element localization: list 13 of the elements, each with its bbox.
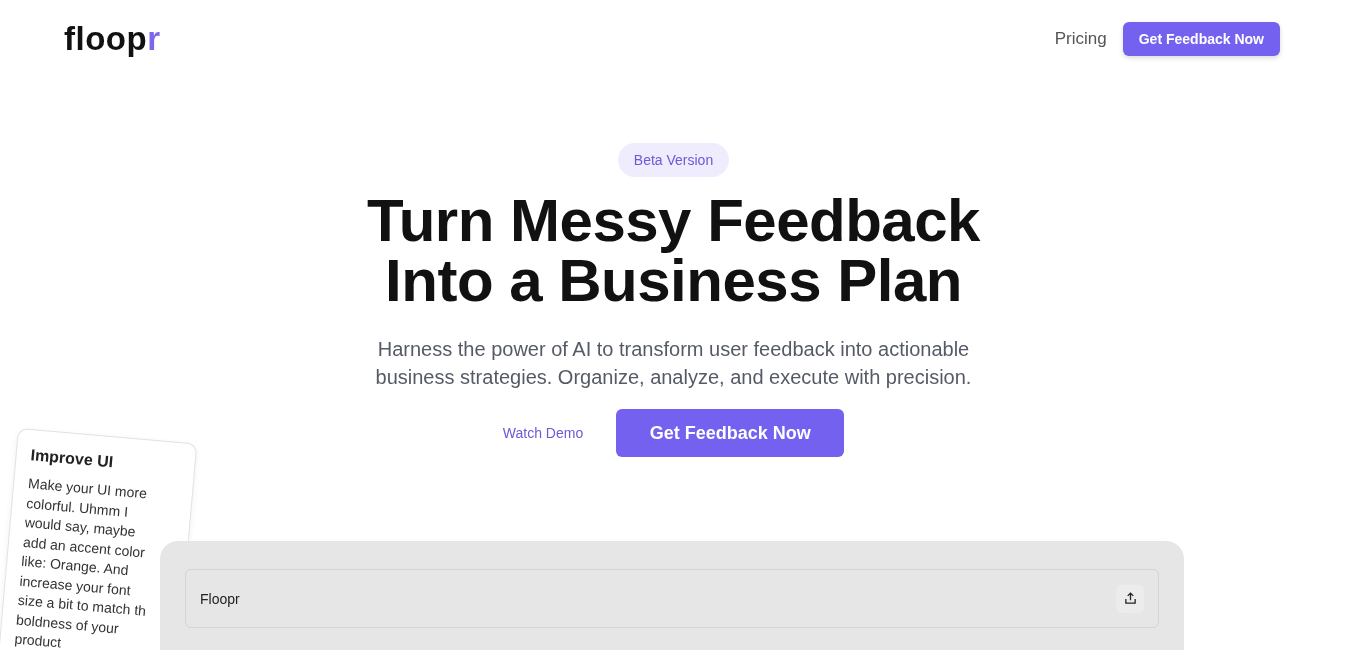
logo[interactable]: floopr xyxy=(64,20,161,58)
share-button[interactable] xyxy=(1116,584,1144,613)
pricing-link[interactable]: Pricing xyxy=(1054,29,1107,49)
card-title: Improve UI xyxy=(29,446,115,473)
get-feedback-button[interactable]: Get Feedback Now xyxy=(1122,22,1280,56)
hero-subtitle: Harness the power of AI to transform user feedback into actionable business strategies. Organize, analyze, and execute with precision. xyxy=(375,337,972,390)
get-feedback-button[interactable]: Get Feedback Now xyxy=(616,409,845,457)
watch-demo-link[interactable]: Watch Demo xyxy=(502,425,584,441)
beta-badge: Beta Version xyxy=(617,143,730,177)
preview-title: Floopr xyxy=(200,590,240,607)
hero-title: Turn Messy Feedback Into a Business Plan xyxy=(367,191,980,311)
card-text: Make your UI more colorful. Uhmm I would say, maybe add an accent color like: Orange. And increase your font size a bit to match th boldness of your product xyxy=(13,474,149,650)
share-icon xyxy=(1123,592,1137,605)
